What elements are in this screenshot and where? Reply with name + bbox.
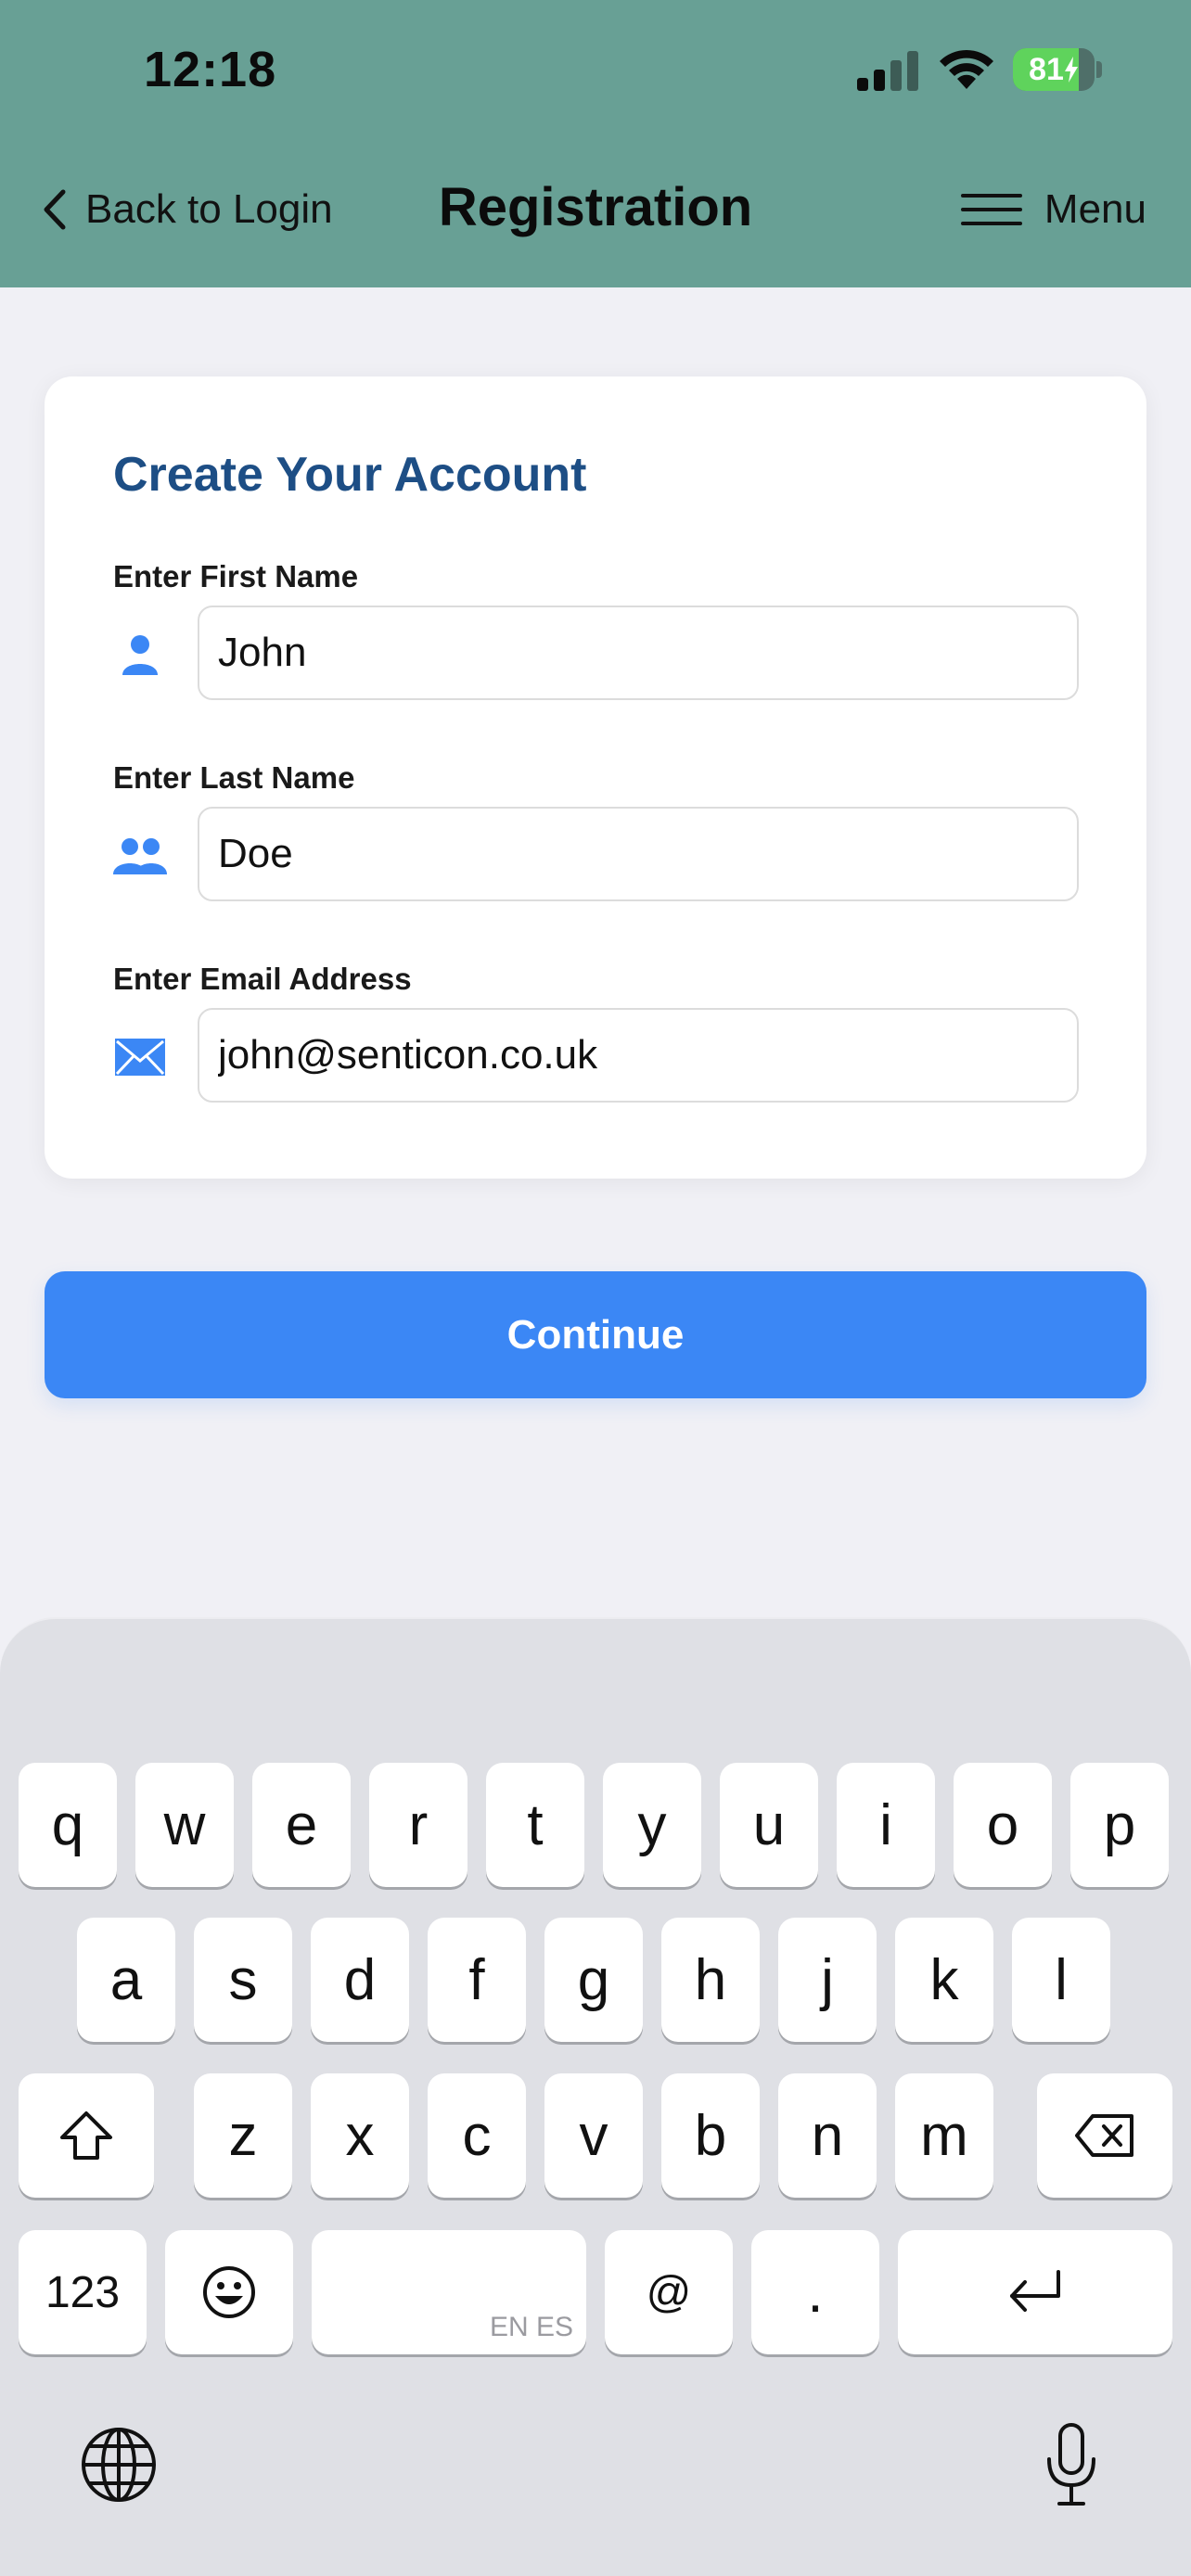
last-name-input[interactable] [198, 807, 1079, 901]
return-key[interactable] [898, 2230, 1172, 2354]
key-n[interactable]: n [778, 2073, 877, 2198]
key-g[interactable]: g [544, 1918, 643, 2042]
delete-key[interactable] [1037, 2073, 1172, 2198]
continue-button[interactable]: Continue [45, 1271, 1146, 1398]
globe-icon[interactable] [80, 2426, 158, 2504]
key-y[interactable]: y [603, 1763, 701, 1887]
envelope-icon [115, 1039, 165, 1076]
key-s[interactable]: s [194, 1918, 292, 2042]
microphone-icon[interactable] [1044, 2422, 1098, 2507]
person-icon [122, 635, 158, 675]
key-o[interactable]: o [954, 1763, 1052, 1887]
key-q[interactable]: q [19, 1763, 117, 1887]
key-x[interactable]: x [311, 2073, 409, 2198]
numbers-key[interactable]: 123 [19, 2230, 147, 2354]
emoji-key[interactable] [165, 2230, 293, 2354]
battery-level: 81 [1029, 51, 1064, 87]
email-input[interactable] [198, 1008, 1079, 1103]
registration-card: Create Your Account Enter First Name Ent… [45, 376, 1146, 1179]
signal-icon [857, 51, 918, 91]
menu-label: Menu [1044, 186, 1146, 232]
emoji-icon [203, 2266, 255, 2318]
hamburger-icon [960, 194, 1022, 225]
bolt-icon [1064, 57, 1078, 83]
key-i[interactable]: i [837, 1763, 935, 1887]
status-time: 12:18 [144, 42, 277, 97]
key-z[interactable]: z [194, 2073, 292, 2198]
email-label: Enter Email Address [113, 962, 412, 996]
key-b[interactable]: b [661, 2073, 760, 2198]
header-bar: 12:18 81 Back to Login Registration Menu [0, 0, 1191, 287]
key-u[interactable]: u [720, 1763, 818, 1887]
menu-button[interactable]: Menu [960, 182, 1146, 237]
shift-key[interactable] [19, 2073, 154, 2198]
delete-icon [1075, 2114, 1133, 2157]
key-p[interactable]: p [1070, 1763, 1169, 1887]
key-d[interactable]: d [311, 1918, 409, 2042]
key-h[interactable]: h [661, 1918, 760, 2042]
space-key[interactable]: EN ES [312, 2230, 586, 2354]
key-m[interactable]: m [895, 2073, 993, 2198]
key-l[interactable]: l [1012, 1918, 1110, 2042]
key-k[interactable]: k [895, 1918, 993, 2042]
people-icon [113, 838, 167, 874]
wifi-icon [940, 49, 993, 89]
key-e[interactable]: e [252, 1763, 351, 1887]
battery-charging-icon: 81 [1013, 48, 1102, 91]
keyboard: qwertyuiop asdfghjkl zxcvbnm 123 EN ES @… [0, 1617, 1191, 2576]
key-v[interactable]: v [544, 2073, 643, 2198]
key-j[interactable]: j [778, 1918, 877, 2042]
first-name-label: Enter First Name [113, 559, 359, 593]
last-name-label: Enter Last Name [113, 760, 355, 795]
shift-icon [60, 2111, 112, 2160]
form-title: Create Your Account [113, 448, 587, 502]
return-icon [1010, 2270, 1060, 2312]
first-name-input[interactable] [198, 606, 1079, 700]
key-t[interactable]: t [486, 1763, 584, 1887]
key-w[interactable]: w [135, 1763, 234, 1887]
space-language-hint: EN ES [489, 2312, 573, 2342]
key-a[interactable]: a [77, 1918, 175, 2042]
at-key[interactable]: @ [605, 2230, 733, 2354]
period-key[interactable]: . [751, 2230, 879, 2354]
key-r[interactable]: r [369, 1763, 467, 1887]
key-c[interactable]: c [428, 2073, 526, 2198]
key-f[interactable]: f [428, 1918, 526, 2042]
